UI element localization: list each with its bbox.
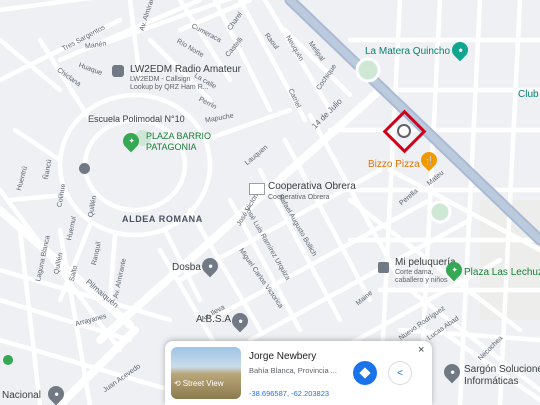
- lw2edm-name[interactable]: LW2EDM Radio Amateur: [130, 65, 241, 75]
- share-icon: <: [397, 367, 403, 379]
- plaza-barrio-label-2[interactable]: PATAGONIA: [146, 143, 197, 152]
- sargon-line2[interactable]: Informáticas: [464, 377, 518, 387]
- lw2edm-sub2: Lookup by QRZ Ham R...: [130, 84, 209, 91]
- street-view-thumbnail[interactable]: ⟲ Street View: [171, 347, 241, 399]
- club-label[interactable]: Club: [518, 90, 539, 100]
- aldea-romana-label: ALDEA ROMANA: [122, 214, 203, 224]
- place-title: Jorge Newbery: [249, 351, 317, 362]
- street-view-icon: ⟲: [174, 379, 181, 388]
- cooperativa-name[interactable]: Cooperativa Obrera: [268, 182, 356, 192]
- gray-pin-ring[interactable]: [79, 163, 90, 174]
- directions-icon: [359, 367, 371, 379]
- peluqueria-sub2: caballero y niños: [395, 277, 448, 284]
- lw2edm-sub1: LW2EDM - Callsign: [130, 76, 191, 83]
- street-view-chip[interactable]: ⟲ Street View: [174, 379, 223, 388]
- cooperativa-sub: Cooperativa Obrera: [268, 194, 330, 201]
- street-view-label: Street View: [182, 379, 224, 388]
- cooperativa-logo[interactable]: [249, 183, 265, 195]
- peluqueria-sub1: Corte dama,: [395, 269, 434, 276]
- nacional-label[interactable]: Nacional: [2, 391, 41, 401]
- place-address: Bahía Blanca, Provincia ...: [249, 366, 337, 375]
- place-coordinates[interactable]: -38.696587, -62.203823: [249, 389, 329, 398]
- plaza-lechuzas-label[interactable]: Plaza Las Lechuz: [464, 268, 540, 278]
- absa-label[interactable]: A.B.S.A: [196, 315, 231, 325]
- sargon-line1[interactable]: Sargón Solucione: [464, 365, 540, 375]
- plaza-barrio-label-1[interactable]: PLAZA BARRIO: [146, 132, 211, 141]
- directions-button[interactable]: [353, 361, 377, 385]
- share-button[interactable]: <: [388, 361, 412, 385]
- bizzo-pizza-label[interactable]: Bizzo Pizza: [368, 160, 420, 170]
- place-card[interactable]: ⟲ Street View Jorge Newbery Bahía Blanca…: [165, 341, 432, 405]
- selected-location-pin[interactable]: [397, 124, 411, 138]
- la-matera-label[interactable]: La Matera Quincho: [365, 47, 450, 57]
- escuela-label[interactable]: Escuela Polimodal N°10: [88, 115, 185, 124]
- dosba-label[interactable]: Dosba: [172, 263, 201, 273]
- lw2edm-pin[interactable]: [112, 65, 124, 77]
- close-button[interactable]: ×: [418, 344, 424, 356]
- peluqueria-pin[interactable]: [378, 262, 389, 273]
